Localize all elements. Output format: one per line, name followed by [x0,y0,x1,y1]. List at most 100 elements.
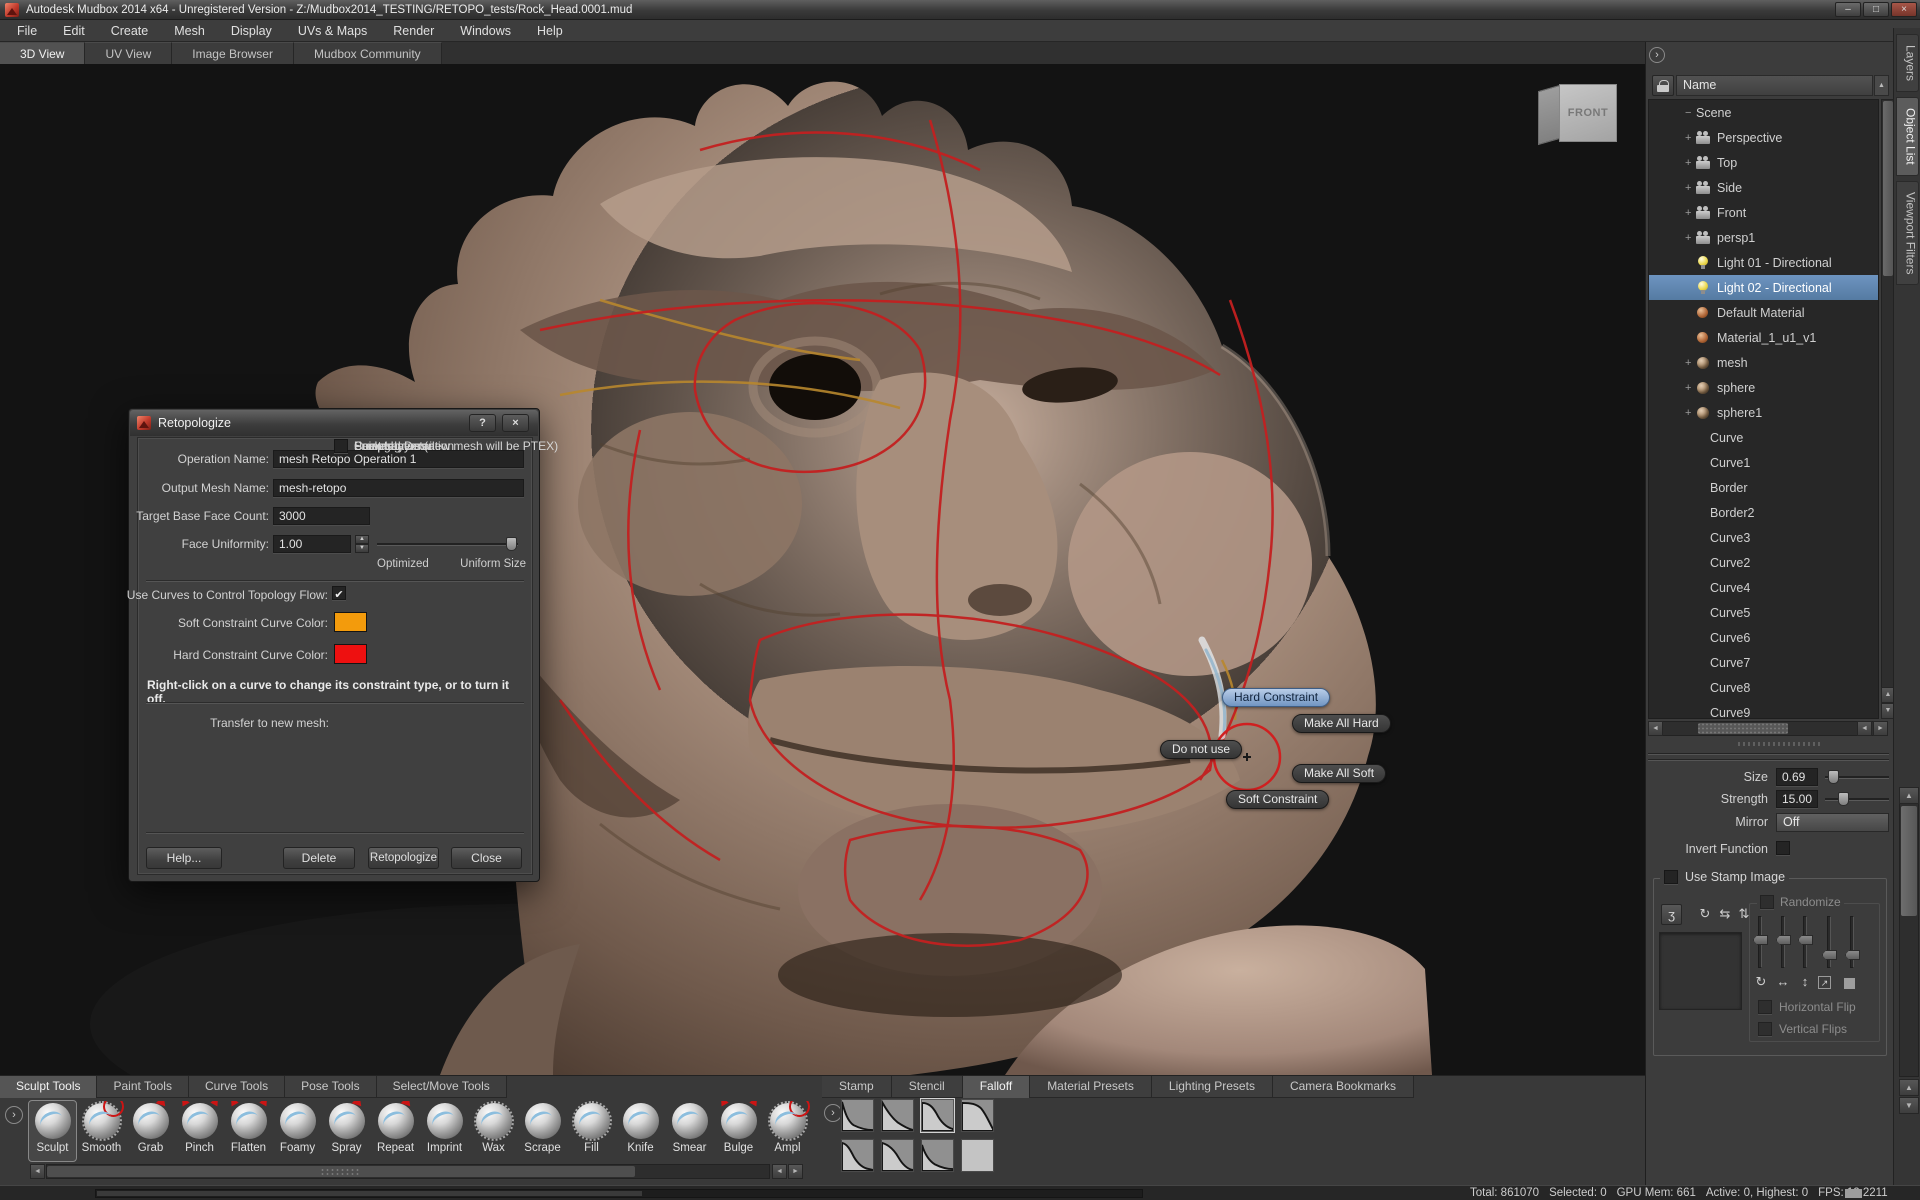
tool-button[interactable]: Smooth [77,1100,126,1162]
tree-expander[interactable]: + [1685,132,1696,144]
randomize-slider[interactable] [1758,916,1762,968]
face-uniformity-slider[interactable] [377,537,518,551]
face-uniformity-input[interactable]: 1.00 [273,535,351,553]
falloff-preset[interactable] [920,1138,955,1173]
randomize-slider[interactable] [1781,916,1785,968]
scroll-right-icon[interactable]: ► [1873,721,1888,736]
randomize-slider[interactable] [1803,916,1807,968]
scroll-up-icon[interactable]: ▲ [1899,1079,1919,1096]
preset-tab[interactable]: Stencil [892,1076,963,1098]
object-list-item[interactable]: Curve [1649,425,1878,450]
randomize-horizontal-icon[interactable]: ↔ [1774,973,1792,991]
preset-tab[interactable]: Lighting Presets [1152,1076,1273,1098]
object-list-item[interactable]: Curve7 [1649,650,1878,675]
tool-tab[interactable]: Curve Tools [189,1076,285,1098]
output-mesh-name-input[interactable]: mesh-retopo [273,479,524,497]
scroll-down-icon[interactable]: ▼ [1899,1097,1919,1114]
object-list-item[interactable]: Default Material [1649,300,1878,325]
object-list-item[interactable]: Curve2 [1649,550,1878,575]
size-slider[interactable] [1825,770,1889,784]
preset-tab[interactable]: Falloff [963,1076,1030,1098]
close-button[interactable]: × [1891,2,1917,17]
context-menu-item[interactable]: Make All Hard [1292,714,1391,733]
context-menu-item[interactable]: Do not use [1160,740,1242,759]
invert-function-checkbox[interactable] [1776,841,1790,855]
tool-button[interactable]: Scrape [518,1100,567,1162]
slider-thumb[interactable] [1838,792,1849,806]
tool-button[interactable]: Ampl [763,1100,812,1162]
object-list-item[interactable]: + Front [1649,200,1878,225]
retopologize-button[interactable]: Retopologize [368,847,439,869]
tool-button[interactable]: Foamy [273,1100,322,1162]
transfer-option[interactable]: ✔ Freezing [334,438,401,454]
slider-thumb[interactable] [1828,770,1839,784]
falloff-preset[interactable] [920,1098,955,1133]
menu-item[interactable]: Mesh [161,20,218,41]
object-list-item[interactable]: Curve5 [1649,600,1878,625]
stamp-browse-button[interactable]: ʒ [1661,904,1682,925]
panel-tab[interactable]: Object List [1896,97,1919,176]
help-button[interactable]: Help... [146,847,222,869]
scroll-up-icon[interactable]: ▲ [1874,75,1889,96]
preset-tab[interactable]: Material Presets [1030,1076,1152,1098]
stamp-flip-horizontal-icon[interactable]: ⇆ [1716,904,1734,924]
tree-expander[interactable]: − [1685,107,1696,119]
object-list-item[interactable]: + Top [1649,150,1878,175]
menu-item[interactable]: File [4,20,50,41]
stamp-rotate-icon[interactable]: ↻ [1696,904,1714,924]
object-list-item[interactable]: Curve9 [1649,700,1878,719]
tool-tab[interactable]: Paint Tools [97,1076,188,1098]
falloff-preset[interactable] [880,1138,915,1173]
menu-item[interactable]: UVs & Maps [285,20,380,41]
falloff-preset[interactable] [960,1138,995,1173]
tree-expander[interactable]: + [1685,207,1696,219]
view-cube[interactable]: FRONT [1538,80,1620,150]
tool-button[interactable]: Knife [616,1100,665,1162]
tree-expander[interactable]: + [1685,382,1696,394]
object-list-item[interactable]: Curve1 [1649,450,1878,475]
object-list-item[interactable]: Curve6 [1649,625,1878,650]
menu-item[interactable]: Create [98,20,162,41]
status-scrollbar[interactable] [95,1189,1143,1198]
tool-button[interactable]: Wax [469,1100,518,1162]
tool-button[interactable]: Grab [126,1100,175,1162]
delete-button[interactable]: Delete [283,847,355,869]
use-stamp-image-checkbox[interactable] [1664,870,1678,884]
mirror-dropdown[interactable]: Off ▼ [1776,813,1889,832]
object-list-item[interactable]: − Scene [1649,100,1878,125]
target-base-face-count-input[interactable]: 3000 [273,507,370,525]
checkbox[interactable]: ✔ [334,439,348,453]
view-tab[interactable]: Mudbox Community [294,42,442,64]
context-menu-item[interactable]: Make All Soft [1292,764,1386,783]
tree-expander[interactable]: + [1685,357,1696,369]
dialog-title-bar[interactable]: Retopologize ? × [130,410,538,436]
falloff-preset[interactable] [840,1098,875,1133]
object-list-item[interactable]: + Perspective [1649,125,1878,150]
object-list-item[interactable]: Border2 [1649,500,1878,525]
dialog-help-button[interactable]: ? [469,414,496,432]
view-cube-side-face[interactable] [1538,85,1560,145]
scroll-right-icon[interactable]: ► [788,1164,803,1179]
scroll-up-icon[interactable]: ▲ [1899,787,1919,804]
spinner-up-icon[interactable]: ▲ [355,535,369,544]
panel-tab[interactable]: Layers [1896,34,1919,92]
tool-button[interactable]: Spray [322,1100,371,1162]
randomize-rotate-icon[interactable]: ↻ [1752,973,1770,991]
tree-expander[interactable]: + [1685,157,1696,169]
scrollbar-thumb[interactable] [1883,101,1893,276]
menu-item[interactable]: Help [524,20,576,41]
tool-button[interactable]: Repeat [371,1100,420,1162]
randomize-color-icon[interactable] [1844,978,1855,989]
name-column-header[interactable]: Name [1676,75,1873,96]
object-list-item[interactable]: Material_1_u1_v1 [1649,325,1878,350]
dialog-close-button[interactable]: × [502,414,529,432]
randomize-slider[interactable] [1850,916,1854,968]
panel-tab[interactable]: Viewport Filters [1896,181,1919,285]
context-menu-item[interactable]: Soft Constraint [1226,790,1329,809]
view-tab[interactable]: 3D View [0,42,85,64]
panel-collapse-icon[interactable]: › [1649,47,1665,63]
object-list-item[interactable]: Curve8 [1649,675,1878,700]
tool-tab[interactable]: Sculpt Tools [0,1076,97,1098]
panel-resize-handle[interactable] [1738,742,1820,746]
randomize-slider[interactable] [1827,916,1831,968]
